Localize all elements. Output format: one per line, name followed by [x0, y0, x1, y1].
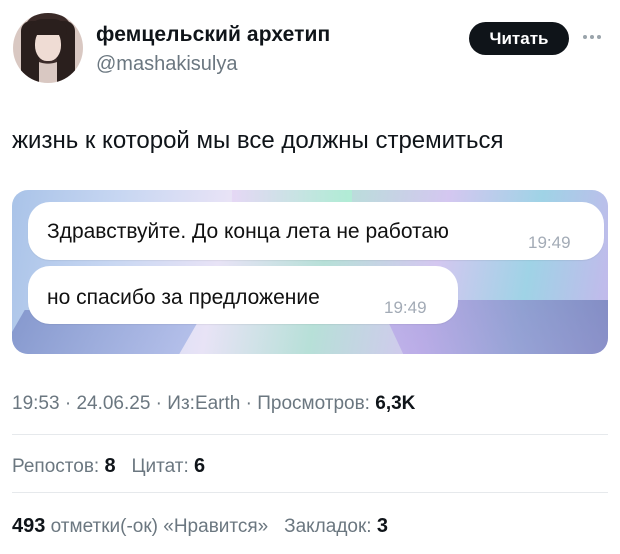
likes-bookmarks-stats: 493 отметки(-ок) «Нравится» Закладок: 3: [12, 515, 388, 538]
reposts-count[interactable]: 8: [104, 455, 115, 477]
message-text: Здравствуйте. До конца лета не работаю: [47, 220, 449, 243]
views-count: 6,3K: [375, 393, 416, 414]
dot: [583, 35, 587, 39]
author-display-name[interactable]: фемцельский архетип: [96, 23, 330, 47]
tweet-source: Из:Earth: [167, 393, 241, 414]
reposts-label[interactable]: Репостов:: [12, 456, 99, 477]
dot: [597, 35, 601, 39]
message-time: 19:49: [384, 298, 427, 317]
quotes-count[interactable]: 6: [194, 455, 205, 477]
divider: [12, 434, 608, 435]
message-text: но спасибо за предложение: [47, 286, 320, 309]
likes-count[interactable]: 493: [12, 515, 45, 537]
message-time: 19:49: [528, 233, 571, 252]
tweet-time[interactable]: 19:53: [12, 393, 60, 414]
tweet-text: жизнь к которой мы все должны стремиться: [12, 127, 504, 154]
separator: ·: [150, 393, 168, 414]
follow-button[interactable]: Читать: [469, 22, 569, 55]
avatar-hair-top: [29, 19, 67, 35]
views-label: Просмотров:: [257, 393, 370, 414]
separator: ·: [59, 393, 77, 414]
separator: ·: [240, 393, 258, 414]
quotes-label[interactable]: Цитат:: [131, 456, 188, 477]
divider: [12, 492, 608, 493]
engagement-stats: Репостов: 8 Цитат: 6: [12, 455, 205, 478]
tweet-meta: 19:53 · 24.06.25 · Из:Earth · Просмотров…: [12, 393, 415, 415]
tweet-date[interactable]: 24.06.25: [76, 393, 150, 414]
dot: [590, 35, 594, 39]
more-horizontal-icon[interactable]: [577, 25, 607, 49]
bookmarks-count[interactable]: 3: [377, 515, 388, 537]
bookmarks-label[interactable]: Закладок:: [284, 516, 371, 537]
avatar[interactable]: [13, 13, 83, 83]
author-handle[interactable]: @mashakisulya: [96, 53, 237, 76]
likes-label[interactable]: отметки(-ок) «Нравится»: [51, 516, 269, 537]
